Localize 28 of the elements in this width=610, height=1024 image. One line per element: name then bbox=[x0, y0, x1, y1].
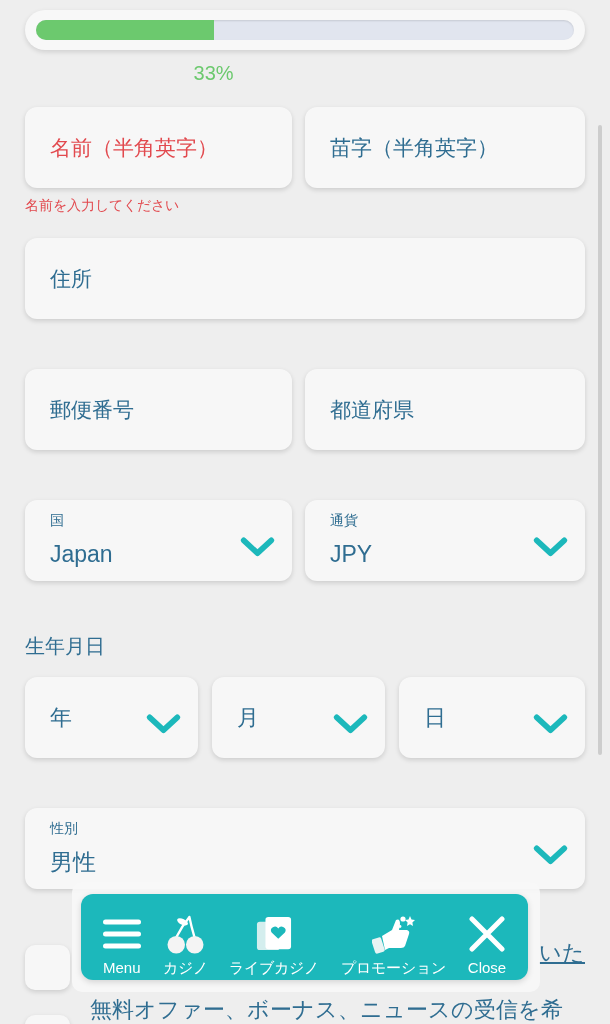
select-field[interactable]: 日 bbox=[399, 677, 585, 758]
cherries-icon bbox=[166, 914, 204, 954]
chevron-down-icon bbox=[533, 844, 568, 865]
chevron-down-icon bbox=[146, 713, 181, 734]
section-heading: 生年月日 bbox=[25, 635, 105, 657]
consent-text: 無料オファー、ボーナス、ニュースの受信を希 bbox=[90, 997, 563, 1022]
text-field[interactable]: 名前（半角英字） bbox=[25, 107, 292, 188]
chevron-down-icon bbox=[240, 536, 275, 557]
chevron-down-icon bbox=[333, 713, 368, 734]
menu-icon bbox=[102, 919, 141, 949]
thumbs-up-icon bbox=[371, 914, 416, 954]
chevron-down-icon bbox=[533, 536, 568, 557]
select-field[interactable]: 通貨 JPY bbox=[305, 500, 585, 581]
cards-icon bbox=[256, 916, 293, 952]
select-field[interactable]: 年 bbox=[25, 677, 198, 758]
text-field[interactable]: 住所 bbox=[25, 238, 585, 319]
text-field[interactable]: 郵便番号 bbox=[25, 369, 292, 450]
select-field[interactable]: 性別 男性 bbox=[25, 808, 585, 889]
progress-percent: 33% bbox=[193, 63, 234, 83]
select-field[interactable]: 国 Japan bbox=[25, 500, 292, 581]
close-icon bbox=[469, 916, 505, 952]
checkbox[interactable] bbox=[25, 945, 70, 990]
select-field[interactable]: 月 bbox=[212, 677, 385, 758]
chevron-down-icon bbox=[533, 713, 568, 734]
terms-link[interactable]: いた bbox=[539, 939, 585, 967]
text-field[interactable]: 都道府県 bbox=[305, 369, 585, 450]
text-field[interactable]: 苗字（半角英字） bbox=[305, 107, 585, 188]
error-message: 名前を入力してください bbox=[25, 197, 179, 213]
